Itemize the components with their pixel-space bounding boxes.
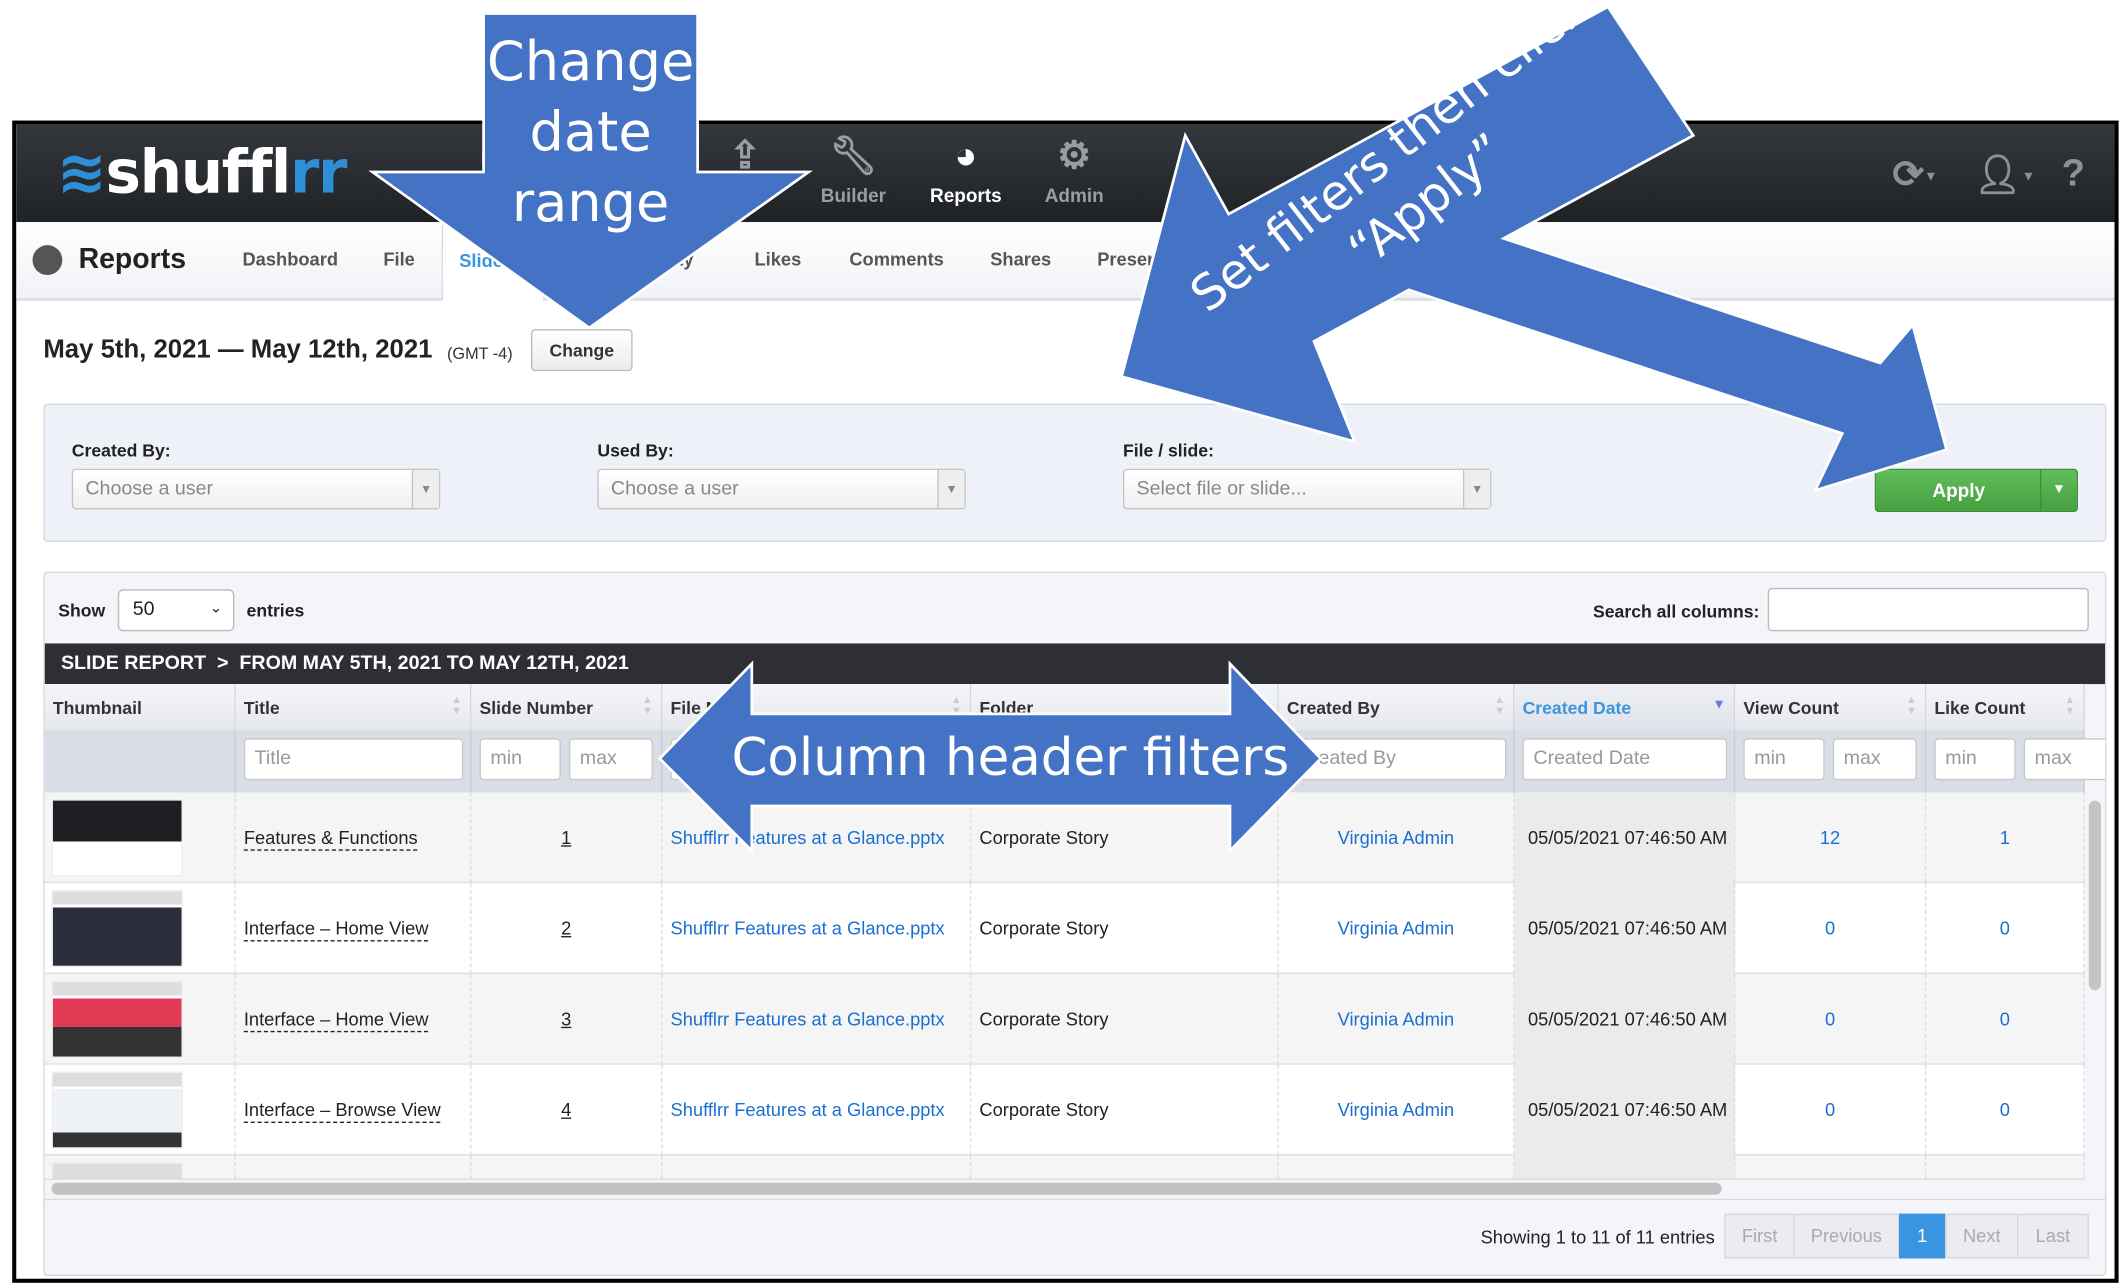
column-filters-annotation: Column header filters [731,727,1290,788]
stage: ≋shufflrr ▭ ⇪ 🔧︎Builder ◕Reports ⚙Admin … [0,0,2124,1288]
annotation-layer [368,4,1949,854]
change-date-annotation: Change date range [486,31,695,235]
